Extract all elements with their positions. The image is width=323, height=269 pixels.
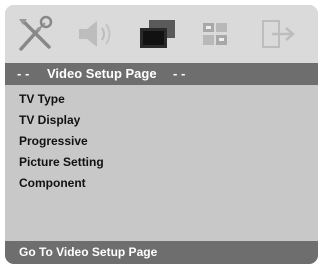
audio-setup-icon[interactable] [75, 15, 117, 53]
page-title: Video Setup Page [47, 66, 157, 81]
menu-item-progressive[interactable]: Progressive [5, 131, 318, 152]
setup-menu-window: - - Video Setup Page - - TV Type TV Disp… [5, 5, 318, 264]
menu-item-tv-type[interactable]: TV Type [5, 89, 318, 110]
preference-setup-icon[interactable] [197, 15, 239, 53]
menu-item-tv-display[interactable]: TV Display [5, 110, 318, 131]
setup-tab-bar [5, 5, 318, 63]
menu-item-picture-setting[interactable]: Picture Setting [5, 152, 318, 173]
status-bar: Go To Video Setup Page [5, 241, 318, 264]
title-prefix: - - [17, 66, 30, 81]
video-setup-menu: TV Type TV Display Progressive Picture S… [5, 89, 318, 194]
page-title-bar: - - Video Setup Page - - [5, 63, 318, 85]
exit-setup-icon[interactable] [258, 15, 300, 53]
title-suffix: - - [173, 66, 186, 81]
video-setup-icon[interactable] [136, 15, 178, 53]
menu-item-component[interactable]: Component [5, 173, 318, 194]
general-setup-icon[interactable] [15, 15, 57, 53]
